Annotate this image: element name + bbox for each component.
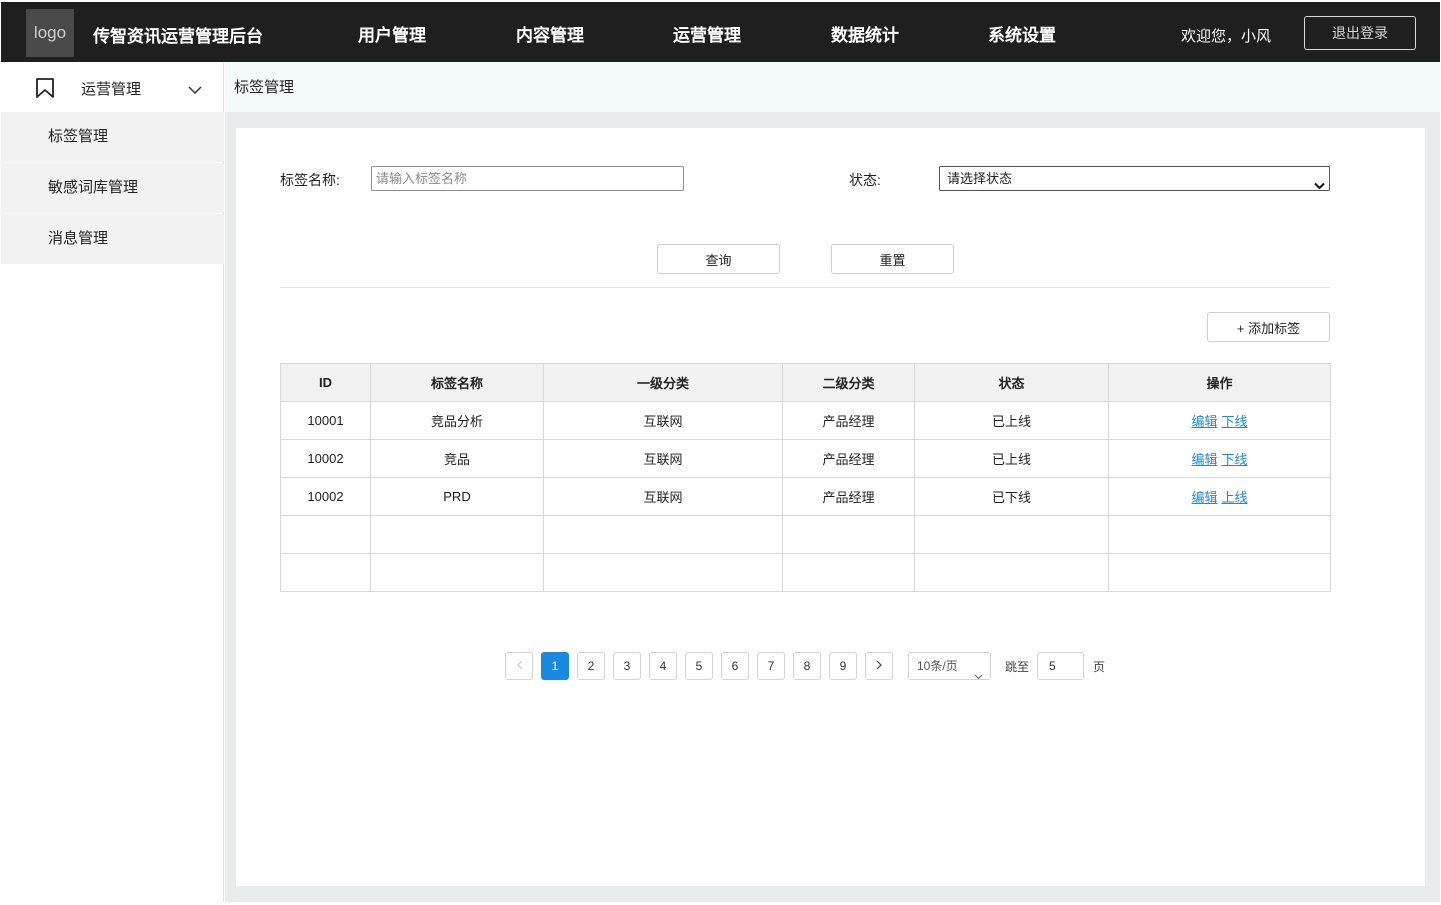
cell-status: 已下线: [914, 477, 1109, 516]
sidebar: 运营管理 标签管理 敏感词库管理 消息管理: [1, 62, 224, 902]
add-tag-button[interactable]: + 添加标签: [1207, 312, 1330, 342]
table-row-empty: [280, 515, 1331, 554]
nav-system-settings[interactable]: 系统设置: [988, 21, 1056, 46]
breadcrumb: 标签管理: [225, 62, 1440, 112]
sidebar-item-tag-management[interactable]: 标签管理: [1, 112, 224, 162]
app-title: 传智资讯运营管理后台: [93, 27, 263, 46]
nav-data-statistics[interactable]: 数据统计: [831, 21, 899, 46]
table-row-empty: [280, 553, 1331, 592]
page-suffix-label: 页: [1093, 660, 1106, 674]
welcome-text: 欢迎您，小风: [1181, 28, 1272, 45]
cell-cat1: 互联网: [543, 439, 783, 478]
chevron-down-icon: [974, 663, 983, 689]
page-9-button[interactable]: 9: [829, 652, 857, 680]
page-size-select[interactable]: 10条/页: [908, 652, 991, 680]
sidebar-item-messages[interactable]: 消息管理: [1, 214, 224, 264]
cell-id: 10002: [280, 477, 371, 516]
chevron-down-icon: [1314, 174, 1325, 197]
top-header: logo 传智资讯运营管理后台 用户管理 内容管理 运营管理 数据统计 系统设置…: [1, 2, 1440, 62]
chevron-right-icon: [876, 659, 883, 673]
edit-link[interactable]: 编辑: [1191, 414, 1217, 429]
cell-cat2: 产品经理: [782, 401, 915, 440]
status-select-value: 请选择状态: [947, 171, 1013, 186]
query-button[interactable]: 查询: [657, 244, 780, 274]
page-6-button[interactable]: 6: [721, 652, 749, 680]
page-1-button[interactable]: 1: [541, 652, 569, 680]
logout-button[interactable]: 退出登录: [1304, 16, 1416, 50]
cell-name: PRD: [370, 477, 544, 516]
cell-status: 已上线: [914, 439, 1109, 478]
edit-link[interactable]: 编辑: [1191, 490, 1217, 505]
page-4-button[interactable]: 4: [649, 652, 677, 680]
jump-page-input[interactable]: [1037, 652, 1084, 680]
cell-name: 竞品分析: [370, 401, 544, 440]
col-header-actions: 操作: [1108, 363, 1331, 402]
cell-cat2: 产品经理: [782, 439, 915, 478]
cell-id: 10001: [280, 401, 371, 440]
page-3-button[interactable]: 3: [613, 652, 641, 680]
reset-button[interactable]: 重置: [831, 244, 954, 274]
col-header-cat2: 二级分类: [782, 363, 915, 402]
page-size-value: 10条/页: [917, 659, 958, 673]
bookmark-icon: [35, 78, 55, 101]
chevron-left-icon: [516, 659, 523, 673]
nav-user-management[interactable]: 用户管理: [358, 21, 426, 46]
cell-actions: 编辑 下线: [1108, 439, 1331, 478]
col-header-status: 状态: [914, 363, 1109, 402]
status-select[interactable]: 请选择状态: [939, 166, 1330, 191]
cell-cat1: 互联网: [543, 401, 783, 440]
sidebar-group-label: 运营管理: [81, 81, 142, 98]
cell-status: 已上线: [914, 401, 1109, 440]
prev-page-button[interactable]: [505, 652, 533, 680]
table-row: 10001 竞品分析 互联网 产品经理 已上线 编辑 下线: [280, 401, 1331, 440]
col-header-cat1: 一级分类: [543, 363, 783, 402]
nav-content-management[interactable]: 内容管理: [516, 21, 584, 46]
offline-link[interactable]: 下线: [1222, 452, 1248, 467]
cell-name: 竞品: [370, 439, 544, 478]
page-7-button[interactable]: 7: [757, 652, 785, 680]
tag-table: ID 标签名称 一级分类 二级分类 状态 操作 10001 竞品分析 互联网 产…: [280, 363, 1331, 592]
col-header-name: 标签名称: [370, 363, 544, 402]
table-row: 10002 竞品 互联网 产品经理 已上线 编辑 下线: [280, 439, 1331, 478]
table-header-row: ID 标签名称 一级分类 二级分类 状态 操作: [280, 363, 1331, 402]
page-2-button[interactable]: 2: [577, 652, 605, 680]
cell-cat2: 产品经理: [782, 477, 915, 516]
tag-name-input[interactable]: [371, 166, 684, 191]
col-header-id: ID: [280, 363, 371, 402]
sidebar-group-operations[interactable]: 运营管理: [1, 62, 224, 112]
status-label: 状态:: [849, 172, 881, 188]
offline-link[interactable]: 下线: [1222, 414, 1248, 429]
nav-operations-management[interactable]: 运营管理: [673, 21, 741, 46]
divider: [280, 287, 1330, 288]
edit-link[interactable]: 编辑: [1191, 452, 1217, 467]
table-row: 10002 PRD 互联网 产品经理 已下线 编辑 上线: [280, 477, 1331, 516]
next-page-button[interactable]: [865, 652, 893, 680]
page-8-button[interactable]: 8: [793, 652, 821, 680]
page-5-button[interactable]: 5: [685, 652, 713, 680]
cell-cat1: 互联网: [543, 477, 783, 516]
jump-to-label: 跳至: [1005, 660, 1030, 674]
cell-actions: 编辑 下线: [1108, 401, 1331, 440]
tag-name-label: 标签名称:: [280, 172, 340, 188]
chevron-down-icon: [188, 82, 202, 98]
logo: logo: [26, 9, 74, 57]
cell-actions: 编辑 上线: [1108, 477, 1331, 516]
online-link[interactable]: 上线: [1222, 490, 1248, 505]
cell-id: 10002: [280, 439, 371, 478]
sidebar-item-sensitive-words[interactable]: 敏感词库管理: [1, 163, 224, 213]
